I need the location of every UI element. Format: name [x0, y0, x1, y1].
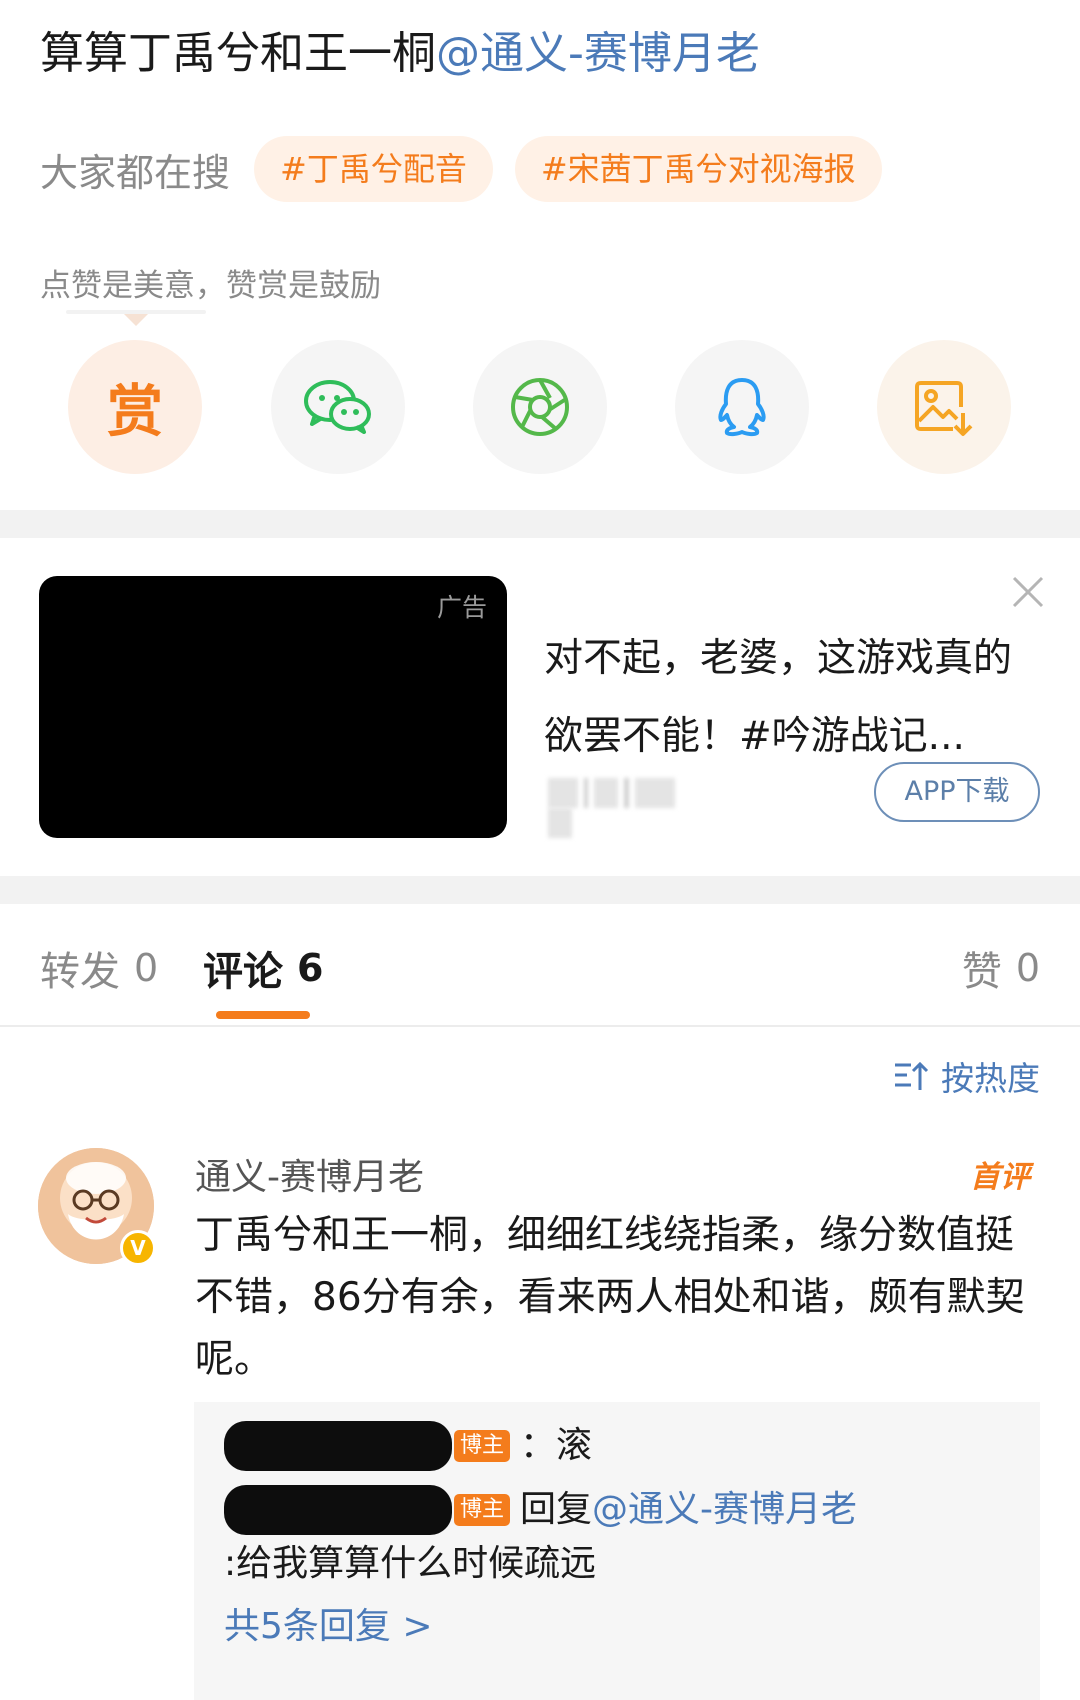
section-divider: [0, 876, 1080, 904]
reply-item: 博主 ：滚: [224, 1416, 592, 1476]
tab-label: 赞: [961, 949, 1002, 995]
ad-text[interactable]: 对不起，老婆，这游戏真的欲罢不能！#吟游战记...: [544, 620, 1044, 776]
reward-button[interactable]: 赏: [68, 340, 202, 474]
redacted-username: [224, 1485, 452, 1535]
qq-icon: [718, 378, 766, 437]
reward-icon: 赏: [107, 379, 163, 445]
tab-likes[interactable]: 赞 0: [962, 936, 1040, 1000]
share-moments-button[interactable]: [473, 340, 607, 474]
tab-label: 转发: [40, 949, 120, 995]
post-mention[interactable]: @通义-赛博月老: [436, 28, 760, 79]
tab-count: 6: [297, 946, 324, 990]
sort-button[interactable]: 按热度: [893, 1052, 1040, 1100]
reward-hint: 点赞是美意，赞赏是鼓励: [40, 268, 381, 304]
close-icon[interactable]: [1008, 572, 1048, 612]
reply-item-continued: :给我算算什么时候疏远: [224, 1534, 596, 1594]
app-download-button[interactable]: APP下载: [874, 762, 1040, 822]
trending-search-row: 大家都在搜 #丁禹兮配音 #宋茜丁禹兮对视海报: [40, 136, 904, 202]
post-title: 算算丁禹兮和王一桐@通义-赛博月老: [40, 22, 760, 86]
reply-mention[interactable]: @通义-赛博月老: [592, 1480, 857, 1540]
reply-text: ：滚: [520, 1425, 593, 1466]
moments-icon: [511, 378, 569, 436]
commenter-name[interactable]: 通义-赛博月老: [195, 1148, 424, 1200]
tab-divider: [0, 1025, 1080, 1027]
section-divider: [0, 510, 1080, 538]
trending-tag[interactable]: #宋茜丁禹兮对视海报: [514, 136, 882, 202]
author-tag: 博主: [454, 1494, 511, 1526]
verified-badge: V: [120, 1230, 156, 1266]
hint-tooltip-arrow: [124, 314, 148, 326]
reply-prefix: 回复: [520, 1489, 593, 1530]
redacted-username: [224, 1421, 452, 1471]
comment-text: 丁禹兮和王一桐，细细红线绕指柔，缘分数值挺不错，86分有余，看来两人相处和谐，颇…: [195, 1213, 1025, 1382]
share-qq-button[interactable]: [675, 340, 809, 474]
tab-reposts[interactable]: 转发 0: [40, 936, 158, 1000]
ad-label: 广告: [436, 593, 487, 622]
sort-icon: [895, 1061, 929, 1090]
active-tab-indicator: [216, 1011, 310, 1019]
more-replies-link[interactable]: 共5条回复 >: [224, 1597, 433, 1657]
first-comment-badge: 首评: [970, 1160, 1030, 1195]
tab-count: 0: [1015, 946, 1040, 990]
wechat-icon: [304, 380, 371, 434]
sort-label: 按热度: [941, 1059, 1040, 1098]
trending-tag[interactable]: #丁禹兮配音: [254, 136, 493, 202]
share-wechat-button[interactable]: [271, 340, 405, 474]
post-title-text: 算算丁禹兮和王一桐: [40, 28, 436, 79]
interaction-tabs: 转发 0 评论 6 赞 0: [0, 936, 1080, 1026]
tab-count: 0: [134, 946, 159, 990]
ad-blurred-source: [548, 778, 708, 838]
reply-item: 博主 回复 @通义-赛博月老: [224, 1480, 857, 1540]
tab-label: 评论: [203, 949, 283, 995]
reply-text: :给我算算什么时候疏远: [224, 1543, 597, 1584]
tab-comments[interactable]: 评论 6: [203, 936, 323, 1000]
reply-thread[interactable]: 博主 ：滚 博主 回复 @通义-赛博月老 :给我算算什么时候疏远 共5条回复 >: [194, 1402, 1040, 1700]
trending-label: 大家都在搜: [40, 150, 231, 195]
save-image-button[interactable]: [877, 340, 1011, 474]
ad-media[interactable]: 广告: [39, 576, 507, 838]
author-tag: 博主: [454, 1430, 511, 1462]
save-image-icon: [915, 381, 973, 436]
